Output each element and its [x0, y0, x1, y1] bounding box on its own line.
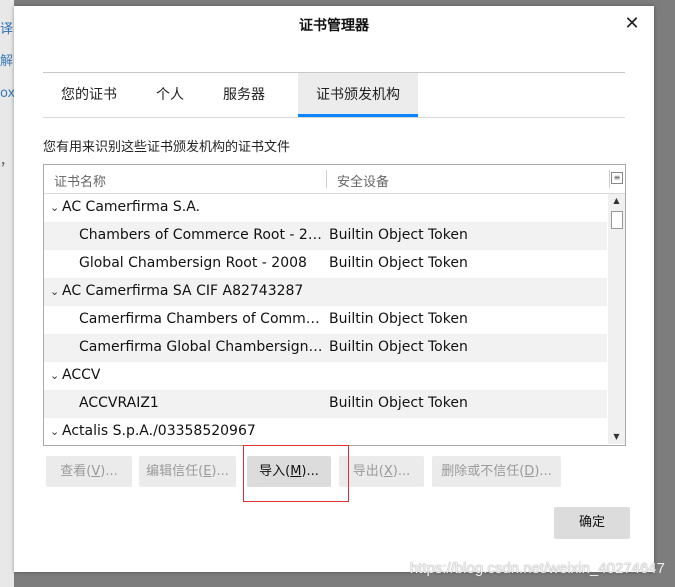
background-window-strip: 译 解 ox ， [0, 0, 16, 587]
scroll-down-icon[interactable]: ▼ [608, 430, 625, 444]
column-divider[interactable] [609, 170, 610, 188]
tree-scrollbar[interactable]: ▲ ▼ [608, 194, 625, 444]
watermark: https://blog.csdn.net/weixin_40274647 [409, 560, 665, 577]
column-picker-icon[interactable]: ≡ [611, 172, 623, 184]
cert-name: Camerfirma Chambers of Commerce… [79, 311, 325, 327]
delete-or-distrust-button[interactable]: 删除或不信任(D)... [432, 456, 561, 487]
tab-personal[interactable]: 个人 [147, 73, 193, 117]
scroll-up-icon[interactable]: ▲ [608, 194, 625, 208]
column-header-device[interactable]: 安全设备 [337, 171, 389, 190]
tree-cert-row[interactable]: Chambers of Commerce Root - 2008 Builtin… [44, 222, 607, 250]
import-button[interactable]: 导入(M)... [247, 456, 331, 487]
dialog-title: 证书管理器 [299, 18, 369, 34]
column-header-name[interactable]: 证书名称 [54, 171, 106, 190]
cert-name: ACCVRAIZ1 [79, 395, 159, 411]
chevron-down-icon[interactable]: ⌄ [50, 425, 59, 438]
tree-cert-row[interactable]: Camerfirma Global Chambersign Root Built… [44, 334, 607, 362]
edit-trust-button[interactable]: 编辑信任(E)... [139, 456, 236, 487]
tab-your-certificates[interactable]: 您的证书 [51, 73, 127, 117]
background-text: 译 [0, 22, 14, 37]
tree-group-row[interactable]: ⌄ Actalis S.p.A./03358520967 [44, 418, 607, 445]
cert-name: Global Chambersign Root - 2008 [79, 255, 307, 271]
tree-group-row[interactable]: ⌄ AC Camerfirma S.A. [44, 194, 607, 222]
close-icon[interactable]: ✕ [620, 12, 644, 36]
cert-name: Camerfirma Global Chambersign Root [79, 339, 325, 355]
certificate-tree[interactable]: 证书名称 安全设备 ≡ ⌄ AC Camerfirma S.A. Chamber… [43, 164, 626, 446]
cert-device: Builtin Object Token [329, 339, 468, 355]
tree-cert-row[interactable]: Global Chambersign Root - 2008 Builtin O… [44, 250, 607, 278]
cert-device: Builtin Object Token [329, 227, 468, 243]
tree-group-row[interactable]: ⌄ ACCV [44, 362, 607, 390]
cert-device: Builtin Object Token [329, 255, 468, 271]
chevron-down-icon[interactable]: ⌄ [50, 201, 59, 214]
cert-group-name: ACCV [62, 367, 101, 383]
background-text: 解 [0, 54, 14, 69]
dialog-titlebar: 证书管理器 ✕ [14, 6, 654, 43]
background-text: ox [0, 86, 16, 101]
cert-group-name: Actalis S.p.A./03358520967 [62, 423, 256, 439]
background-text: ， [0, 154, 14, 169]
tab-description: 您有用来识别这些证书颁发机构的证书文件 [43, 140, 291, 155]
tree-group-row[interactable]: ⌄ AC Camerfirma SA CIF A82743287 [44, 278, 607, 306]
cert-group-name: AC Camerfirma S.A. [62, 199, 201, 215]
tree-rows: ⌄ AC Camerfirma S.A. Chambers of Commerc… [44, 194, 607, 445]
view-button[interactable]: 查看(V)... [46, 456, 132, 487]
tree-cert-row[interactable]: ACCVRAIZ1 Builtin Object Token [44, 390, 607, 418]
tree-cert-row[interactable]: Camerfirma Chambers of Commerce… Builtin… [44, 306, 607, 334]
chevron-down-icon[interactable]: ⌄ [50, 285, 59, 298]
certificate-manager-dialog: 证书管理器 ✕ 您的证书 个人 服务器 证书颁发机构 您有用来识别这些证书颁发机… [14, 6, 654, 572]
column-divider[interactable] [326, 170, 327, 188]
cert-name: Chambers of Commerce Root - 2008 [79, 227, 325, 243]
tab-bar: 您的证书 个人 服务器 证书颁发机构 [43, 72, 625, 118]
tree-header: 证书名称 安全设备 ≡ [44, 165, 625, 194]
cert-device: Builtin Object Token [329, 311, 468, 327]
export-button[interactable]: 导出(X)... [339, 456, 424, 487]
chevron-down-icon[interactable]: ⌄ [50, 369, 59, 382]
tab-servers[interactable]: 服务器 [213, 73, 275, 117]
scrollbar-thumb[interactable] [611, 211, 623, 229]
cert-group-name: AC Camerfirma SA CIF A82743287 [62, 283, 304, 299]
ok-button[interactable]: 确定 [554, 507, 630, 539]
cert-device: Builtin Object Token [329, 395, 468, 411]
tab-authorities[interactable]: 证书颁发机构 [298, 73, 418, 117]
